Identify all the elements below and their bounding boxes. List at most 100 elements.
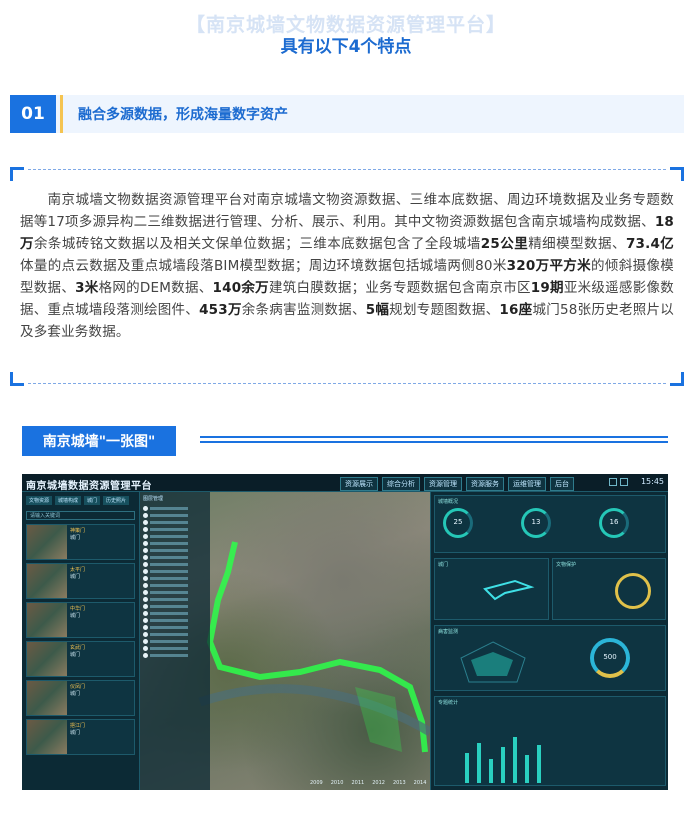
layer-toggle[interactable] — [140, 519, 210, 526]
gate-panel: 城门 — [434, 558, 549, 620]
timeline: 2009 2010 2011 2012 2013 2014 — [310, 780, 426, 786]
timeline-year[interactable]: 2014 — [414, 780, 427, 786]
ring-value: 500 — [603, 653, 617, 661]
thumbnail — [27, 681, 67, 715]
layer-toggle[interactable] — [140, 533, 210, 540]
layer-panel: 图层管理 — [140, 492, 210, 790]
layer-toggle[interactable] — [140, 645, 210, 652]
bar — [465, 753, 469, 783]
tab[interactable]: 城门 — [84, 496, 101, 505]
nav-item[interactable]: 后台 — [550, 477, 574, 491]
ring-value: 25 — [453, 518, 463, 526]
stats-panel: 城墙概况 25 13 16 — [434, 495, 666, 553]
user-icon[interactable] — [609, 478, 617, 486]
thumbnail — [27, 564, 67, 598]
gate-chart — [483, 579, 535, 601]
panel-title: 专题统计 — [438, 700, 459, 706]
description-paragraph: 南京城墙文物数据资源管理平台对南京城墙文物资源数据、三维本底数据、周边环境数据及… — [20, 192, 675, 340]
ring-value: 16 — [609, 518, 619, 526]
nav-item[interactable]: 资源管理 — [424, 477, 462, 491]
panel-title: 城墙概况 — [438, 499, 459, 505]
layer-toggle[interactable] — [140, 526, 210, 533]
layer-toggle[interactable] — [140, 568, 210, 575]
dashed-divider — [28, 383, 666, 384]
green-area — [355, 687, 402, 752]
resource-card[interactable]: 挹江门 城门 — [26, 719, 135, 755]
layer-toggle[interactable] — [140, 652, 210, 659]
layer-toggle[interactable] — [140, 638, 210, 645]
thumbnail — [27, 642, 67, 676]
dashboard-clock: 15:45 — [640, 477, 664, 486]
resource-card[interactable]: 中华门 城门 — [26, 602, 135, 638]
layer-toggle[interactable] — [140, 540, 210, 547]
timeline-year[interactable]: 2012 — [372, 780, 385, 786]
settings-icon[interactable] — [620, 478, 628, 486]
layer-toggle[interactable] — [140, 554, 210, 561]
tab[interactable]: 历史照片 — [103, 496, 130, 505]
layer-toggle[interactable] — [140, 575, 210, 582]
dashboard-topbar: 南京城墙数据资源管理平台 资源展示 综合分析 资源管理 资源服务 运维管理 后台… — [22, 474, 668, 492]
dashboard-left-panel: 文物资源 城墙构成 城门 历史照片 请输入关键词 神策门 城门 太平门 城门 中华门… — [22, 492, 140, 790]
dashboard-right-panel: 城墙概况 25 13 16 城门 文物保护 病害监测 500 专题统计 — [430, 492, 668, 790]
nav-item[interactable]: 资源服务 — [466, 477, 504, 491]
bar — [489, 759, 493, 783]
layer-toggle[interactable] — [140, 631, 210, 638]
bar — [477, 743, 481, 783]
corner-decoration — [670, 372, 684, 386]
dashed-divider — [28, 169, 666, 170]
section-divider — [60, 95, 63, 133]
layer-toggle[interactable] — [140, 610, 210, 617]
timeline-year[interactable]: 2010 — [331, 780, 344, 786]
resource-card[interactable]: 太平门 城门 — [26, 563, 135, 599]
stat-ring — [615, 573, 651, 609]
thumbnail — [27, 525, 67, 559]
dashboard-title: 南京城墙数据资源管理平台 — [26, 481, 152, 492]
description-box: 南京城墙文物数据资源管理平台对南京城墙文物资源数据、三维本底数据、周边环境数据及… — [10, 167, 684, 386]
layer-toggle[interactable] — [140, 589, 210, 596]
layer-toggle[interactable] — [140, 512, 210, 519]
monitor-panel: 病害监测 500 — [434, 625, 666, 691]
layer-toggle[interactable] — [140, 547, 210, 554]
thumbnail — [27, 603, 67, 637]
layer-panel-title: 图层管理 — [143, 496, 164, 502]
tab[interactable]: 城墙构成 — [55, 496, 82, 505]
layer-toggle[interactable] — [140, 624, 210, 631]
layer-toggle[interactable] — [140, 617, 210, 624]
map-section-tag: 南京城墙"一张图" — [22, 426, 176, 456]
bar — [537, 745, 541, 783]
section-title: 融合多源数据，形成海量数字资产 — [78, 107, 288, 123]
layer-toggle[interactable] — [140, 596, 210, 603]
timeline-year[interactable]: 2009 — [310, 780, 323, 786]
nav-item[interactable]: 综合分析 — [382, 477, 420, 491]
page-header-subtitle: 具有以下4个特点 — [280, 37, 412, 57]
panel-title: 文物保护 — [556, 562, 577, 568]
layer-toggle[interactable] — [140, 561, 210, 568]
ring-value: 13 — [531, 518, 541, 526]
layer-toggle[interactable] — [140, 603, 210, 610]
resource-card[interactable]: 玄武门 城门 — [26, 641, 135, 677]
corner-decoration — [670, 167, 684, 181]
tab[interactable]: 文物资源 — [26, 496, 53, 505]
bar — [501, 747, 505, 783]
panel-title: 病害监测 — [438, 629, 459, 635]
resource-card[interactable]: 神策门 城门 — [26, 524, 135, 560]
thumbnail — [27, 720, 67, 754]
tag-decoration-lines — [200, 436, 668, 446]
bar — [513, 737, 517, 783]
corner-decoration — [10, 167, 24, 181]
radar-chart — [460, 641, 526, 683]
corner-decoration — [10, 372, 24, 386]
resource-card[interactable]: 仪凤门 城门 — [26, 680, 135, 716]
chart-panel: 专题统计 — [434, 696, 666, 786]
dashboard-nav: 资源展示 综合分析 资源管理 资源服务 运维管理 后台 — [340, 477, 574, 491]
bar — [525, 755, 529, 783]
section-number: 01 — [10, 95, 56, 133]
timeline-year[interactable]: 2013 — [393, 780, 406, 786]
nav-item[interactable]: 运维管理 — [508, 477, 546, 491]
timeline-year[interactable]: 2011 — [351, 780, 364, 786]
left-tabs: 文物资源 城墙构成 城门 历史照片 — [22, 492, 139, 507]
layer-toggle[interactable] — [140, 582, 210, 589]
layer-toggle[interactable] — [140, 505, 210, 512]
search-input[interactable]: 请输入关键词 — [26, 511, 135, 520]
nav-item[interactable]: 资源展示 — [340, 477, 378, 491]
